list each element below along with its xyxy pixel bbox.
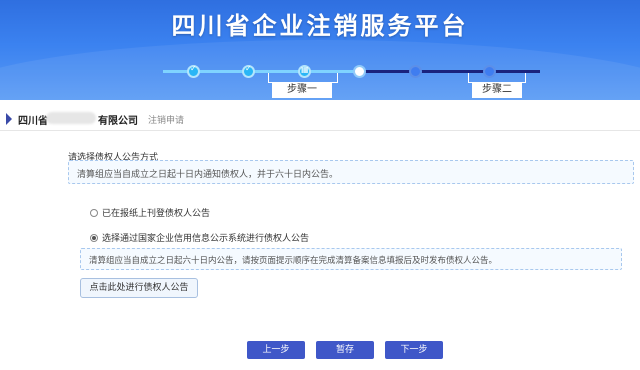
- next-step-button[interactable]: 下一步: [385, 341, 443, 359]
- publish-announcement-button[interactable]: 点击此处进行债权人公告: [80, 278, 198, 298]
- option-gsxt-label: 选择通过国家企业信用信息公示系统进行债权人公告: [102, 234, 310, 244]
- progress-node-complete: [187, 64, 200, 78]
- prev-step-button[interactable]: 上一步: [247, 341, 305, 359]
- option-newspaper[interactable]: 已在报纸上刊登债权人公告: [90, 206, 210, 219]
- header-banner: 四川省企业注销服务平台 步骤一 步骤二: [0, 0, 640, 100]
- progress-node-complete: [242, 64, 255, 78]
- section-marker-icon: [6, 113, 12, 125]
- company-subtitle: 注销申请: [148, 116, 185, 126]
- progress-node-pending: [409, 65, 422, 78]
- radio-button[interactable]: [90, 208, 98, 217]
- company-bar: 四川省 有限公司 注销申请: [0, 107, 640, 131]
- company-name-suffix: 有限公司: [98, 116, 138, 127]
- company-name-prefix: 四川省: [18, 116, 48, 127]
- option-newspaper-label: 已在报纸上刊登债权人公告: [102, 209, 211, 219]
- option-gsxt[interactable]: 选择通过国家企业信用信息公示系统进行债权人公告: [90, 231, 309, 244]
- save-draft-button[interactable]: 暂存: [316, 341, 374, 359]
- step-one-label: 步骤一: [272, 82, 332, 98]
- info-notice-text: 清算组应当自成立之日起十日内通知债权人，并于六十日内公告。: [77, 170, 339, 180]
- page-title: 四川省企业注销服务平台: [171, 12, 469, 40]
- step-two-label: 步骤二: [472, 82, 522, 98]
- gsxt-notice: 清算组应当自成立之日起六十日内公告，请按页面提示顺序在完成清算备案信息填报后及时…: [80, 248, 622, 270]
- gsxt-notice-text: 清算组应当自成立之日起六十日内公告，请按页面提示顺序在完成清算备案信息填报后及时…: [89, 256, 498, 266]
- redacted-company-name: [46, 112, 96, 124]
- info-notice: 清算组应当自成立之日起十日内通知债权人，并于六十日内公告。: [68, 160, 634, 184]
- progress-node-current: [353, 65, 366, 78]
- radio-button-selected[interactable]: [90, 233, 98, 242]
